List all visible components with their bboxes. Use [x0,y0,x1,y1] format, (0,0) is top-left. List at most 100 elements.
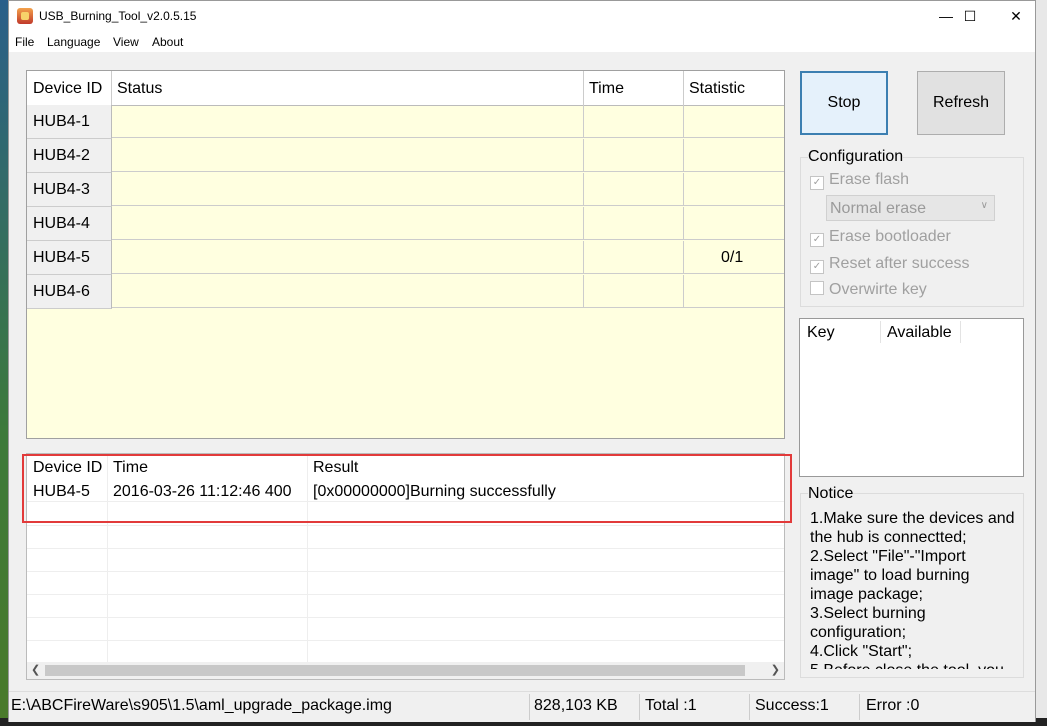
device-row[interactable]: HUB4-4 [27,207,784,241]
device-id-cell: HUB4-3 [27,173,112,207]
menu-file[interactable]: File [15,35,34,49]
statistic-cell [684,173,784,206]
highlight-box [22,454,792,523]
check-icon: ✓ [810,176,824,190]
device-id: HUB4-4 [33,215,90,232]
status-cell [112,241,584,274]
reset-after-success-label: Reset after success [829,255,970,272]
column-device-id[interactable]: Device ID [33,80,102,98]
column-available[interactable]: Available [887,324,952,342]
error-count: Error :0 [866,697,920,714]
maximize-button[interactable]: ☐ [947,1,993,32]
notice-text-area: 1.Make sure the devices and the hub is c… [810,509,1015,669]
grid-line [27,525,784,526]
time-cell [584,139,684,172]
device-id-cell: HUB4-2 [27,139,112,173]
total-count: Total :1 [645,697,697,714]
grid-line [27,548,784,549]
device-id-cell: HUB4-5 [27,241,112,275]
chevron-down-icon: ∨ [980,200,988,211]
image-size: 828,103 KB [534,697,618,714]
grid-line [27,640,784,641]
statistic-cell [684,275,784,308]
menu-bar: File Language View About [9,32,1035,52]
scroll-right-icon[interactable]: ❯ [771,663,780,676]
menu-language[interactable]: Language [47,35,100,49]
app-icon [17,8,33,24]
menu-view[interactable]: View [113,35,139,49]
refresh-button[interactable]: Refresh [917,71,1005,135]
column-statistic[interactable]: Statistic [689,80,745,98]
horizontal-scrollbar[interactable]: ❮ ❯ [27,662,784,679]
scrollbar-thumb[interactable] [45,665,745,676]
column-separator [880,321,881,343]
time-cell [584,105,684,138]
erase-bootloader-label: Erase bootloader [829,228,951,245]
statistic-value: 0/1 [721,249,744,266]
device-id: HUB4-1 [33,113,90,130]
scroll-left-icon[interactable]: ❮ [31,663,40,676]
device-table-header: Device ID Status Time Statistic [27,71,784,106]
grid-line [27,617,784,618]
grid-line [27,594,784,595]
status-separator [859,694,860,720]
time-cell [584,173,684,206]
time-cell [584,275,684,308]
column-status[interactable]: Status [117,80,162,98]
desktop-background-left [0,0,8,726]
unchecked-box [810,281,824,295]
check-icon: ✓ [810,233,824,247]
status-cell [112,173,584,206]
device-table[interactable]: Device ID Status Time Statistic HUB4-1 H… [26,70,785,439]
statistic-cell [684,207,784,240]
erase-flash-checkbox[interactable]: ✓ Erase flash [810,171,909,190]
device-id: HUB4-3 [33,181,90,198]
device-row[interactable]: HUB4-2 [27,139,784,173]
device-id-cell: HUB4-1 [27,105,112,139]
status-cell [112,105,584,138]
device-id-cell: HUB4-4 [27,207,112,241]
check-icon: ✓ [810,260,824,274]
desktop-background-right [1035,0,1047,726]
device-id: HUB4-2 [33,147,90,164]
reset-after-success-checkbox[interactable]: ✓ Reset after success [810,255,970,274]
device-row[interactable]: HUB4-3 [27,173,784,207]
column-separator [960,321,961,343]
title-bar[interactable]: USB_Burning_Tool_v2.0.5.15 — ☐ ✕ [9,1,1035,32]
statistic-cell [684,105,784,138]
status-cell [112,275,584,308]
device-row[interactable]: HUB4-1 [27,105,784,139]
close-button[interactable]: ✕ [993,1,1039,32]
erase-mode-value: Normal erase [830,200,927,217]
column-separator [683,71,684,105]
menu-about[interactable]: About [152,35,183,49]
stop-button[interactable]: Stop [800,71,888,135]
status-separator [639,694,640,720]
status-bar: E:\ABCFireWare\s905\1.5\aml_upgrade_pack… [9,691,1035,722]
app-window: USB_Burning_Tool_v2.0.5.15 — ☐ ✕ File La… [8,0,1036,722]
notice-text: 1.Make sure the devices and the hub is c… [810,510,1015,669]
device-id: HUB4-5 [33,249,90,266]
column-time[interactable]: Time [589,80,624,98]
device-id: HUB4-6 [33,283,90,300]
overwrite-key-checkbox[interactable]: Overwirte key [810,281,927,299]
success-count: Success:1 [755,697,829,714]
status-separator [529,694,530,720]
erase-mode-select[interactable]: Normal erase ∨ [826,195,995,221]
image-path: E:\ABCFireWare\s905\1.5\aml_upgrade_pack… [11,697,392,714]
device-row[interactable]: HUB4-5 0/1 [27,241,784,275]
grid-line [27,571,784,572]
column-key[interactable]: Key [807,324,835,342]
column-separator [583,71,584,105]
column-separator [111,71,112,105]
time-cell [584,207,684,240]
statistic-cell [684,139,784,172]
key-list[interactable]: Key Available [799,318,1024,477]
status-cell [112,207,584,240]
device-id-cell: HUB4-6 [27,275,112,309]
window-title: USB_Burning_Tool_v2.0.5.15 [39,9,197,23]
overwrite-key-label: Overwirte key [829,281,927,298]
device-row[interactable]: HUB4-6 [27,275,784,309]
erase-bootloader-checkbox[interactable]: ✓ Erase bootloader [810,228,951,247]
status-separator [749,694,750,720]
